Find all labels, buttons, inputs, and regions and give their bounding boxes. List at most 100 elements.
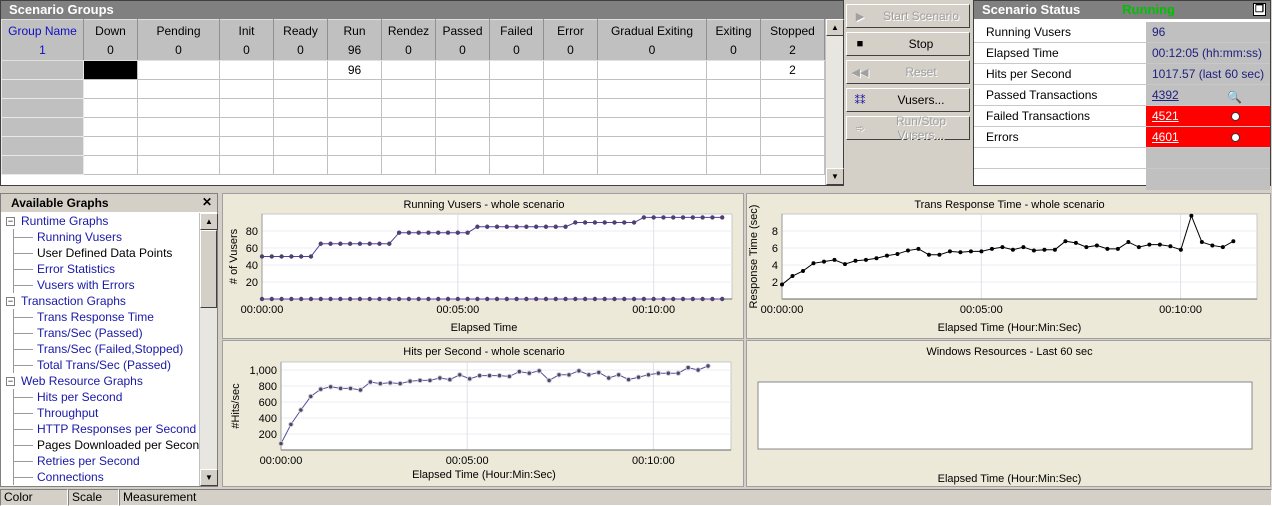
table-cell[interactable] [489, 155, 544, 175]
status-link[interactable]: 4521 [1152, 109, 1179, 123]
scroll-down-icon[interactable]: ▼ [826, 168, 844, 185]
tree-item[interactable]: Trans/Sec (Failed,Stopped) [1, 341, 199, 357]
table-cell[interactable] [1, 117, 84, 137]
column-header[interactable]: Ready 0 [273, 19, 328, 61]
table-cell[interactable] [137, 79, 220, 99]
column-header[interactable]: Down 0 [83, 19, 138, 61]
table-cell[interactable] [219, 79, 274, 99]
table-cell[interactable] [435, 136, 490, 156]
table-cell[interactable] [137, 155, 220, 175]
table-cell[interactable] [435, 60, 490, 80]
tree-category[interactable]: − Runtime Graphs [1, 213, 199, 229]
table-cell[interactable] [381, 98, 436, 118]
vusers-button[interactable]: ⁑⁑ Vusers... [846, 88, 970, 112]
table-cell[interactable] [83, 117, 138, 137]
table-cell[interactable] [83, 155, 138, 175]
table-cell[interactable] [1, 155, 84, 175]
table-cell[interactable] [489, 117, 544, 137]
table-cell[interactable] [489, 136, 544, 156]
stop-button[interactable]: ■ Stop [846, 32, 970, 56]
run-stop-vusers-button[interactable]: ➾ Run/Stop Vusers... [846, 114, 970, 142]
table-cell[interactable] [489, 98, 544, 118]
table-cell[interactable] [219, 155, 274, 175]
table-cell[interactable] [543, 155, 598, 175]
start-scenario-button[interactable]: ▶ Start Scenario [846, 4, 970, 28]
tree-category[interactable]: − Transaction Graphs [1, 293, 199, 309]
table-cell[interactable] [597, 79, 707, 99]
column-header[interactable]: Error 0 [543, 19, 598, 61]
table-cell[interactable] [381, 155, 436, 175]
table-cell[interactable] [219, 98, 274, 118]
table-cell[interactable] [327, 98, 382, 118]
tree-item[interactable]: Vusers with Errors [1, 277, 199, 293]
table-cell[interactable] [543, 79, 598, 99]
column-header[interactable]: Rendez 0 [381, 19, 436, 61]
table-row[interactable] [1, 79, 825, 99]
table-cell[interactable] [83, 136, 138, 156]
collapse-icon[interactable]: − [6, 377, 15, 386]
table-cell[interactable] [1, 98, 84, 118]
magnifier-icon[interactable] [1231, 112, 1240, 121]
graph-tree-scrollbar[interactable]: ▲ ▼ [199, 213, 218, 486]
table-cell[interactable] [273, 117, 328, 137]
table-cell[interactable]: 2 [760, 60, 825, 80]
table-cell[interactable] [706, 79, 761, 99]
table-cell[interactable] [327, 79, 382, 99]
table-cell[interactable] [435, 79, 490, 99]
table-row[interactable] [1, 136, 825, 156]
table-cell[interactable] [706, 155, 761, 175]
table-cell[interactable] [83, 60, 138, 80]
table-cell[interactable] [543, 60, 598, 80]
column-header[interactable]: Stopped 2 [760, 19, 825, 61]
column-header[interactable]: Run 96 [327, 19, 382, 61]
scale-column[interactable]: Scale [68, 489, 119, 506]
tree-item[interactable]: Error Statistics [1, 261, 199, 277]
table-cell[interactable] [706, 117, 761, 137]
color-column[interactable]: Color [0, 489, 68, 506]
tree-item[interactable]: Hits per Second [1, 389, 199, 405]
magnifier-icon[interactable] [1231, 133, 1240, 142]
tree-item[interactable]: User Defined Data Points [1, 245, 199, 261]
table-cell[interactable] [381, 60, 436, 80]
chart-running-vusers[interactable]: Running Vusers - whole scenario Elapsed T… [222, 193, 744, 339]
table-cell[interactable] [543, 136, 598, 156]
column-header[interactable]: Pending 0 [137, 19, 220, 61]
table-cell[interactable] [273, 136, 328, 156]
scroll-down-icon[interactable]: ▼ [200, 469, 218, 486]
table-cell[interactable] [219, 60, 274, 80]
table-cell[interactable] [273, 98, 328, 118]
table-cell[interactable] [435, 117, 490, 137]
scroll-up-icon[interactable]: ▲ [200, 213, 218, 230]
collapse-icon[interactable]: − [6, 297, 15, 306]
table-cell[interactable] [1, 60, 84, 80]
table-cell[interactable] [435, 98, 490, 118]
table-cell[interactable] [760, 79, 825, 99]
column-header[interactable]: Passed 0 [435, 19, 490, 61]
magnifier-icon[interactable]: 🔍 [1227, 87, 1242, 107]
reset-button[interactable]: ◀◀ Reset [846, 60, 970, 84]
close-icon[interactable]: ✕ [200, 196, 214, 209]
table-cell[interactable] [219, 117, 274, 137]
tree-item[interactable]: Connections [1, 469, 199, 485]
restore-window-icon[interactable]: ❐ [1253, 3, 1266, 16]
status-link[interactable]: 4392 [1152, 88, 1179, 102]
table-cell[interactable] [273, 60, 328, 80]
chart-trans-response-time[interactable]: Trans Response Time - whole scenario Elap… [746, 193, 1271, 339]
chart-windows-resources[interactable]: Windows Resources - Last 60 sec Elapsed T… [746, 340, 1271, 487]
table-row[interactable] [1, 98, 825, 118]
groups-scrollbar[interactable]: ▲ ▼ [825, 19, 844, 185]
tree-item[interactable]: Pages Downloaded per Second [1, 437, 199, 453]
table-cell[interactable] [137, 136, 220, 156]
table-cell[interactable] [137, 60, 220, 80]
table-cell[interactable] [706, 60, 761, 80]
table-cell[interactable] [381, 117, 436, 137]
tree-item[interactable]: Retries per Second [1, 453, 199, 469]
table-cell[interactable] [489, 60, 544, 80]
table-cell[interactable] [273, 79, 328, 99]
table-cell[interactable] [327, 155, 382, 175]
tree-item[interactable]: Throughput [1, 405, 199, 421]
table-cell[interactable] [760, 117, 825, 137]
tree-category[interactable]: − Web Resource Graphs [1, 373, 199, 389]
table-cell[interactable] [273, 155, 328, 175]
tree-item[interactable]: Trans Response Time [1, 309, 199, 325]
